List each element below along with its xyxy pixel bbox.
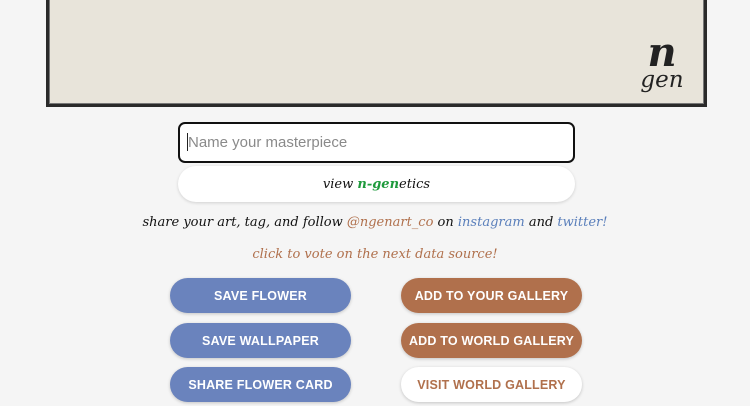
share-text-2: on	[433, 215, 458, 230]
share-instructions: share your art, tag, and follow @ngenart…	[0, 215, 750, 230]
save-wallpaper-button[interactable]: SAVE WALLPAPER	[170, 323, 351, 358]
visit-world-gallery-button[interactable]: VISIT WORLD GALLERY	[401, 367, 582, 402]
twitter-link[interactable]: twitter!	[557, 215, 607, 230]
masterpiece-name-input[interactable]	[178, 122, 575, 163]
logo-line-2: gen	[640, 67, 684, 93]
add-to-your-gallery-button[interactable]: ADD TO YOUR GALLERY	[401, 278, 582, 313]
share-flower-card-button[interactable]: SHARE FLOWER CARD	[170, 367, 351, 402]
view-ngenetics-button[interactable]: view n-gen etics	[178, 166, 575, 202]
view-brand: n-gen	[357, 176, 400, 192]
view-suffix: etics	[399, 176, 431, 192]
add-to-world-gallery-button[interactable]: ADD TO WORLD GALLERY	[401, 323, 582, 358]
vote-data-source-link[interactable]: click to vote on the next data source!	[0, 247, 750, 262]
save-flower-button[interactable]: SAVE FLOWER	[170, 278, 351, 313]
text-caret	[187, 133, 188, 151]
ngen-logo: n gen	[638, 33, 686, 92]
share-text-3: and	[524, 215, 558, 230]
share-text-1: share your art, tag, and follow	[142, 215, 347, 230]
instagram-link[interactable]: instagram	[458, 215, 525, 230]
ngenart-handle-link[interactable]: @ngenart_co	[347, 215, 434, 230]
view-prefix: view	[322, 176, 354, 192]
art-canvas: n gen	[46, 0, 707, 107]
